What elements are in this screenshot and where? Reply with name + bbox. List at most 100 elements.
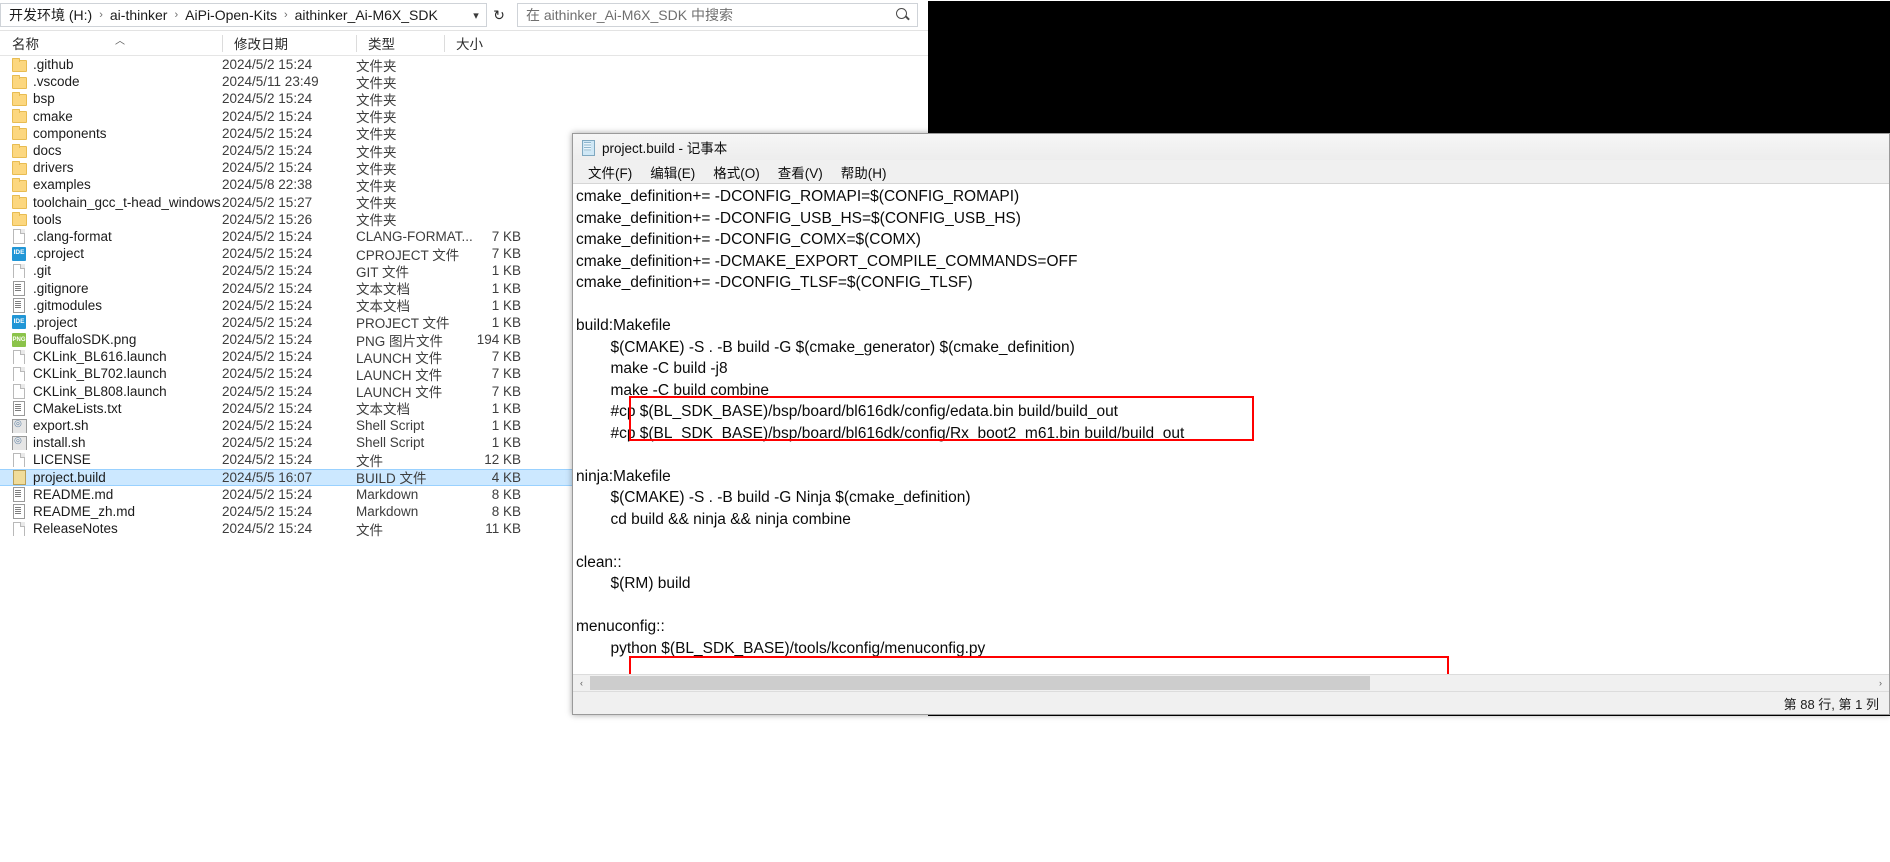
file-name-cell[interactable]: drivers [0, 160, 222, 175]
file-name-cell[interactable]: project.build [0, 470, 222, 485]
file-date-cell: 2024/5/2 15:24 [222, 143, 313, 159]
table-row[interactable]: cmake 2024/5/2 15:24 文件夹 [0, 108, 928, 125]
file-date-cell: 2024/5/2 15:24 [222, 383, 313, 399]
file-date-cell: 2024/5/8 22:38 [222, 177, 313, 193]
file-date-cell: 2024/5/2 15:24 [222, 400, 313, 416]
file-name-cell[interactable]: PNG BouffaloSDK.png [0, 332, 222, 347]
file-size-cell: 1 KB [491, 280, 521, 296]
breadcrumb-item-ai-thinker[interactable]: ai-thinker [106, 6, 172, 24]
file-name-label: ReleaseNotes [33, 521, 118, 537]
table-row[interactable]: .vscode 2024/5/11 23:49 文件夹 [0, 73, 928, 91]
file-name-cell[interactable]: .git [0, 263, 222, 279]
file-name-label: toolchain_gcc_t-head_windows [33, 194, 221, 210]
folder-icon [12, 109, 27, 124]
file-name-cell[interactable]: CKLink_BL702.launch [0, 366, 222, 382]
column-header-name[interactable]: 名称 ︿ [0, 31, 222, 56]
file-size-cell: 1 KB [491, 400, 521, 416]
file-name-cell[interactable]: components [0, 126, 222, 141]
file-name-cell[interactable]: .vscode [0, 74, 222, 89]
file-name-cell[interactable]: IDE .cproject [0, 246, 222, 261]
file-name-label: README_zh.md [33, 503, 136, 519]
notepad-title-bar[interactable]: project.build - 记事本 [573, 134, 1889, 160]
bottom-white-area [928, 716, 1890, 862]
file-name-cell[interactable]: tools [0, 212, 222, 227]
menu-item-2[interactable]: 格式(O) [704, 160, 769, 184]
file-date-cell: 2024/5/2 15:24 [222, 246, 313, 262]
file-size-cell: 1 KB [491, 263, 521, 279]
file-size-cell: 7 KB [491, 383, 521, 399]
menu-item-0[interactable]: 文件(F) [579, 160, 641, 184]
folder-icon [12, 177, 27, 192]
text-icon [12, 401, 26, 416]
file-name-cell[interactable]: .gitignore [0, 281, 222, 296]
folder-icon [12, 160, 27, 175]
breadcrumb-item-aipi-open-kits[interactable]: AiPi-Open-Kits [181, 6, 281, 24]
scroll-left-arrow-icon[interactable]: ‹ [573, 675, 590, 691]
file-name-cell[interactable]: .gitmodules [0, 298, 222, 313]
column-header-date[interactable]: 修改日期 [222, 31, 356, 56]
ide-icon: IDE [12, 315, 26, 330]
file-date-cell: 2024/5/2 15:24 [222, 160, 313, 176]
column-header-size[interactable]: 大小 [444, 31, 508, 56]
file-name-cell[interactable]: docs [0, 143, 222, 158]
file-name-cell[interactable]: IDE .project [0, 315, 222, 330]
file-name-cell[interactable]: toolchain_gcc_t-head_windows [0, 195, 222, 210]
search-icon[interactable] [895, 7, 911, 23]
notepad-text-area[interactable]: cmake_definition+= -DCONFIG_ROMAPI=$(CON… [573, 183, 1889, 674]
file-name-cell[interactable]: install.sh [0, 435, 222, 451]
file-size-cell: 1 KB [491, 314, 521, 330]
file-date-cell: 2024/5/2 15:24 [222, 125, 313, 141]
file-name-cell[interactable]: LICENSE [0, 452, 222, 468]
search-input[interactable]: 在 aithinker_Ai-M6X_SDK 中搜索 [517, 3, 918, 27]
file-name-cell[interactable]: cmake [0, 109, 222, 124]
menu-item-4[interactable]: 帮助(H) [832, 160, 896, 184]
breadcrumb-separator: › [99, 9, 103, 21]
file-name-cell[interactable]: export.sh [0, 418, 222, 434]
breadcrumb[interactable]: 开发环境 (H:) › ai-thinker › AiPi-Open-Kits … [5, 4, 466, 26]
sh-icon [12, 418, 27, 434]
file-name-label: tools [33, 211, 62, 227]
file-name-label: components [33, 125, 107, 141]
menu-item-1[interactable]: 编辑(E) [641, 160, 704, 184]
chevron-down-icon[interactable]: ▾ [466, 9, 486, 22]
ide-icon: IDE [12, 246, 26, 261]
file-name-cell[interactable]: examples [0, 177, 222, 192]
notepad-menu-bar[interactable]: 文件(F) 编辑(E) 格式(O) 查看(V) 帮助(H) [573, 160, 1889, 183]
file-name-label: install.sh [33, 435, 86, 451]
file-name-cell[interactable]: README_zh.md [0, 504, 222, 519]
file-type-cell: 文本文档 [356, 402, 410, 418]
file-name-cell[interactable]: README.md [0, 487, 222, 502]
file-name-cell[interactable]: ReleaseNotes [0, 521, 222, 537]
folder-icon [12, 57, 27, 72]
file-type-cell: Markdown [356, 486, 419, 502]
file-name-label: docs [33, 143, 62, 159]
table-row[interactable]: .github 2024/5/2 15:24 文件夹 [0, 56, 928, 74]
file-name-label: examples [33, 177, 91, 193]
table-row[interactable]: bsp 2024/5/2 15:24 文件夹 [0, 90, 928, 108]
text-icon [12, 487, 26, 502]
notepad-content[interactable]: cmake_definition+= -DCONFIG_ROMAPI=$(CON… [576, 186, 1889, 674]
file-name-cell[interactable]: .clang-format [0, 229, 222, 244]
horizontal-scrollbar[interactable]: ‹ › [573, 674, 1889, 691]
file-name-cell[interactable]: CMakeLists.txt [0, 401, 222, 416]
breadcrumb-bar[interactable]: 开发环境 (H:) › ai-thinker › AiPi-Open-Kits … [0, 3, 487, 27]
file-name-label: .vscode [33, 74, 80, 90]
scrollbar-track[interactable] [590, 675, 1872, 691]
refresh-button[interactable]: ↻ [487, 3, 511, 27]
file-name-cell[interactable]: CKLink_BL808.launch [0, 384, 222, 399]
breadcrumb-item-drive[interactable]: 开发环境 (H:) [5, 4, 96, 26]
scroll-right-arrow-icon[interactable]: › [1872, 675, 1889, 691]
file-name-label: .gitignore [33, 280, 89, 296]
file-name-label: LICENSE [33, 452, 91, 468]
breadcrumb-item-aithinker-sdk[interactable]: aithinker_Ai-M6X_SDK [291, 6, 442, 24]
notepad-window: project.build - 记事本 文件(F) 编辑(E) 格式(O) 查看(V)… [572, 133, 1890, 715]
file-name-cell[interactable]: CKLink_BL616.launch [0, 349, 222, 365]
file-name-cell[interactable]: bsp [0, 91, 222, 106]
file-name-cell[interactable]: .github [0, 57, 222, 72]
menu-item-3[interactable]: 查看(V) [769, 160, 832, 184]
scrollbar-thumb[interactable] [590, 676, 1370, 690]
column-header-type[interactable]: 类型 [356, 31, 444, 56]
notepad-title-text: project.build - 记事本 [602, 141, 728, 156]
top-white-strip [928, 0, 1890, 1]
folder-icon [12, 74, 27, 89]
